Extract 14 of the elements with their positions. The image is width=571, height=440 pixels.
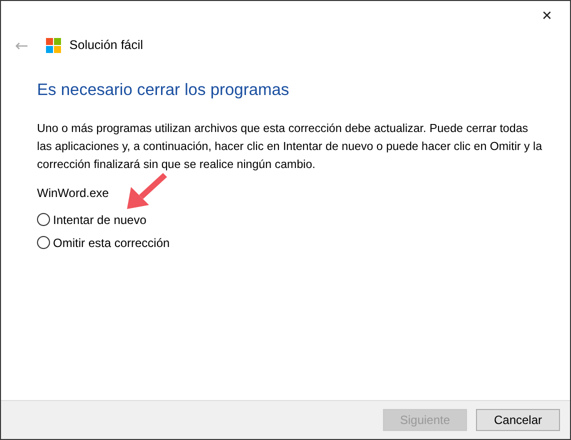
radio-option[interactable]: Intentar de nuevo	[37, 208, 146, 231]
cancel-button[interactable]: Cancelar	[476, 409, 560, 431]
message-text: Uno o más programas utilizan archivos que esta corrección debe actualizar. Puede cerrar todas las aplicaciones y, a continuación, hacer clic en Intentar de nuevo o puede hacer clic en Omitir y la corrección finalizará sin que se realice ningún cambio.	[37, 121, 544, 173]
app-title: Solución fácil	[69, 38, 144, 52]
radio-button[interactable]	[37, 213, 50, 226]
annotation-arrow	[125, 171, 167, 211]
program-name: WinWord.exe	[37, 186, 110, 200]
close-button[interactable]: ✕	[524, 1, 570, 31]
radio-button[interactable]	[37, 236, 50, 249]
radio-option[interactable]: Omitir esta corrección	[37, 231, 170, 254]
option-label: Intentar de nuevo	[53, 212, 146, 226]
page-heading: Es necesario cerrar los programas	[37, 81, 290, 100]
option-label: Omitir esta corrección	[53, 236, 170, 250]
four-squares-logo-icon	[46, 38, 62, 52]
